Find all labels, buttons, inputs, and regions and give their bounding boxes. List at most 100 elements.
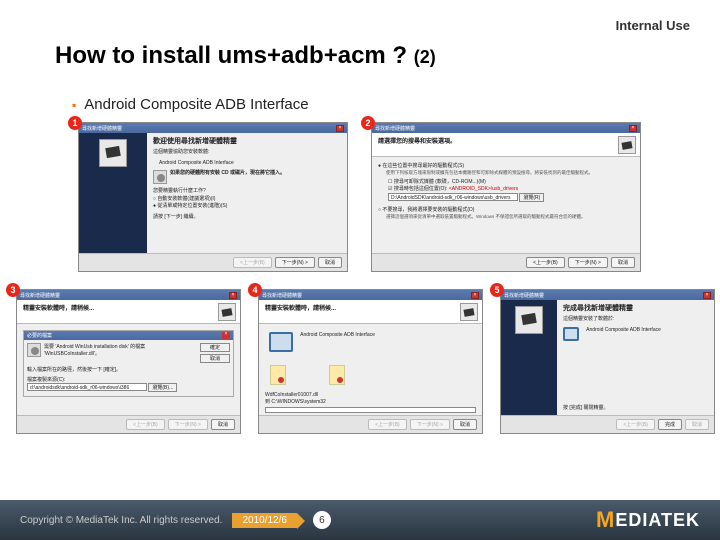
browse-button[interactable]: 瀏覽(R) (519, 193, 544, 202)
back-button[interactable]: <上一步(B) (526, 257, 565, 268)
device-name: Android Composite ADB Interface (586, 327, 661, 333)
opt2-desc: 選擇這個選項來從清單中選取裝置驅動程式。Windows 不保證您所選取的驅動程式… (386, 214, 634, 220)
hardware-icon (460, 303, 478, 321)
radio-search[interactable]: 在這些位置中搜尋最好的驅動程式(S) (378, 162, 634, 169)
close-icon[interactable]: × (222, 332, 230, 339)
close-hint: 按 [完成] 關閉精靈。 (563, 405, 609, 412)
progress-bar (265, 407, 476, 413)
ok-button[interactable]: 確定 (200, 343, 230, 352)
window-titlebar: 尋找新增硬體精靈 × (79, 123, 347, 133)
window-titlebar: 尋找新增硬體精靈 × (501, 290, 714, 300)
required-files-dialog: 必要的檔案 × 需要 'Android WinUsb installation … (23, 330, 234, 397)
checkbox-location[interactable]: ☑ 搜尋時包括這個位置(O): <ANDROID_SDK>\usb_driver… (388, 185, 634, 192)
wizard-content: Android Composite ADB Interface WdfCoIns… (259, 324, 482, 425)
window-title: 尋找新增硬體精靈 (375, 125, 415, 132)
opt-desc: 使用下列核取方塊來限制或擴充包括本機路徑和可卸除式媒體的預設搜尋。將安裝找到的最… (386, 170, 634, 176)
window-title: 尋找新增硬體精靈 (262, 292, 302, 299)
browse-button[interactable]: 瀏覽(B)... (148, 383, 177, 392)
wizard-sidebar (501, 300, 557, 415)
back-button: <上一步(B) (233, 257, 272, 268)
wizard-content: 歡迎使用尋找新增硬體精靈 這個精靈協助您安裝軟體: Android Compos… (147, 133, 347, 253)
title-sub: (2) (414, 47, 436, 67)
wizard-heading: 請選擇您的搜尋和安裝選項。 (378, 136, 634, 145)
question-text: 您要精靈執行什麼工作? (153, 188, 341, 195)
dialog-title: 必要的檔案 (27, 332, 52, 339)
wizard-header: 精靈安裝軟體時，請稍候... (259, 300, 482, 324)
dest-path: 到 C:\WINDOWS\system32 (265, 398, 476, 405)
checkbox-media[interactable]: ☐ 搜尋可卸除式媒體 (軟碟，CD-ROM...)(M) (388, 178, 634, 185)
badge-5: 5 (490, 283, 504, 297)
title-main: How to install ums+adb+acm ? (55, 42, 407, 69)
slide-title: How to install ums+adb+acm ? (2) (55, 42, 436, 70)
close-icon[interactable]: × (229, 292, 237, 299)
radio-auto[interactable]: 自動安裝軟體(建議選項)(I) (153, 196, 341, 203)
mediatek-logo: MEDIATEK (596, 507, 700, 533)
close-icon[interactable]: × (336, 125, 344, 132)
close-icon[interactable]: × (703, 292, 711, 299)
file-icon (270, 365, 286, 385)
screenshot-2: 尋找新增硬體精靈 × 請選擇您的搜尋和安裝選項。 在這些位置中搜尋最好的驅動程式… (371, 122, 641, 272)
cancel-button[interactable]: 取消 (318, 257, 342, 268)
badge-2: 2 (361, 116, 375, 130)
window-title: 尋找新增硬體精靈 (20, 292, 60, 299)
window-titlebar: 尋找新增硬體精靈 × (372, 123, 640, 133)
page-number: 6 (313, 511, 331, 529)
monitor-icon (563, 327, 579, 341)
cd-hint: 如果您的硬體附有安裝 CD 或磁片，現在將它插入。 (170, 170, 285, 177)
badge-4: 4 (248, 283, 262, 297)
wizard-heading: 精靈安裝軟體時，請稍候... (23, 303, 234, 312)
hardware-icon (99, 139, 127, 167)
window-title: 尋找新增硬體精靈 (504, 292, 544, 299)
badge-1: 1 (68, 116, 82, 130)
window-titlebar: 尋找新增硬體精靈 × (259, 290, 482, 300)
wizard-heading: 歡迎使用尋找新增硬體精靈 (153, 137, 341, 146)
file-icon (329, 365, 345, 385)
finish-button[interactable]: 完成 (658, 419, 682, 430)
wizard-sidebar (79, 133, 147, 253)
next-button[interactable]: 下一步(N) > (568, 257, 608, 268)
badge-3: 3 (6, 283, 20, 297)
path-input[interactable]: D:\AndroidSDK\android-sdk_r06-windows\us… (388, 193, 518, 201)
next-button[interactable]: 下一步(N) > (275, 257, 315, 268)
date-badge: 2010/12/6 (232, 513, 297, 528)
screenshot-5: 尋找新增硬體精靈 × 完成尋找新增硬體精靈 這個精靈安裝了軟體於: Androi… (500, 289, 715, 434)
button-row: <上一步(B) 完成 取消 (501, 415, 714, 433)
path-input[interactable]: d:\androidsdk\android-sdk_r06-windows\i3… (27, 383, 147, 391)
file-copy-area (265, 360, 476, 390)
cancel-button[interactable]: 取消 (200, 354, 230, 363)
hardware-icon (515, 306, 543, 334)
wizard-header: 請選擇您的搜尋和安裝選項。 (372, 133, 640, 157)
need-text: 需要 'Android WinUsb installation disk' 的檔… (44, 343, 200, 357)
button-row: <上一步(B) 下一步(N) > 取消 (17, 415, 240, 433)
device-name: Android Composite ADB Interface (159, 160, 341, 167)
cancel-button[interactable]: 取消 (211, 419, 235, 430)
wizard-heading: 完成尋找新增硬體精靈 (563, 304, 708, 313)
screenshot-3: 尋找新增硬體精靈 × 精靈安裝軟體時，請稍候... 必要的檔案 × 需要 'An… (16, 289, 241, 434)
window-titlebar: 尋找新增硬體精靈 × (17, 290, 240, 300)
next-button: 下一步(N) > (410, 419, 450, 430)
screenshot-1: 尋找新增硬體精靈 × 歡迎使用尋找新增硬體精靈 這個精靈協助您安裝軟體: And… (78, 122, 348, 272)
copyright-text: Copyright © MediaTek Inc. All rights res… (20, 515, 222, 526)
button-row: <上一步(B) 下一步(N) > 取消 (79, 253, 347, 271)
radio-noSearch[interactable]: 不要搜尋，我將選擇要安裝的驅動程式(D) (378, 206, 634, 213)
button-row: <上一步(B) 下一步(N) > 取消 (372, 253, 640, 271)
close-icon[interactable]: × (629, 125, 637, 132)
device-name: Android Composite ADB Interface (300, 332, 375, 338)
classification-label: Internal Use (616, 18, 690, 33)
copy-from-label: 檔案複製來源(C): (27, 376, 230, 383)
cancel-button[interactable]: 取消 (453, 419, 477, 430)
wizard-heading: 精靈安裝軟體時，請稍候... (265, 303, 476, 312)
radio-list[interactable]: 從清單或特定位置安裝(進階)(S) (153, 203, 341, 210)
hardware-icon (218, 303, 236, 321)
hardware-icon (618, 136, 636, 154)
cancel-button[interactable]: 取消 (611, 257, 635, 268)
disk-icon (27, 343, 41, 357)
button-row: <上一步(B) 下一步(N) > 取消 (259, 415, 482, 433)
slide-footer: Copyright © MediaTek Inc. All rights res… (0, 500, 720, 540)
wizard-content: 在這些位置中搜尋最好的驅動程式(S) 使用下列核取方塊來限制或擴充包括本機路徑和… (372, 157, 640, 263)
cd-icon (153, 170, 167, 184)
hint-text: 輸入檔案所在的路徑，然後按一下 [確定]。 (27, 366, 230, 373)
screenshot-4: 尋找新增硬體精靈 × 精靈安裝軟體時，請稍候... Android Compos… (258, 289, 483, 434)
wizard-content: 完成尋找新增硬體精靈 這個精靈安裝了軟體於: Android Composite… (557, 300, 714, 415)
close-icon[interactable]: × (471, 292, 479, 299)
